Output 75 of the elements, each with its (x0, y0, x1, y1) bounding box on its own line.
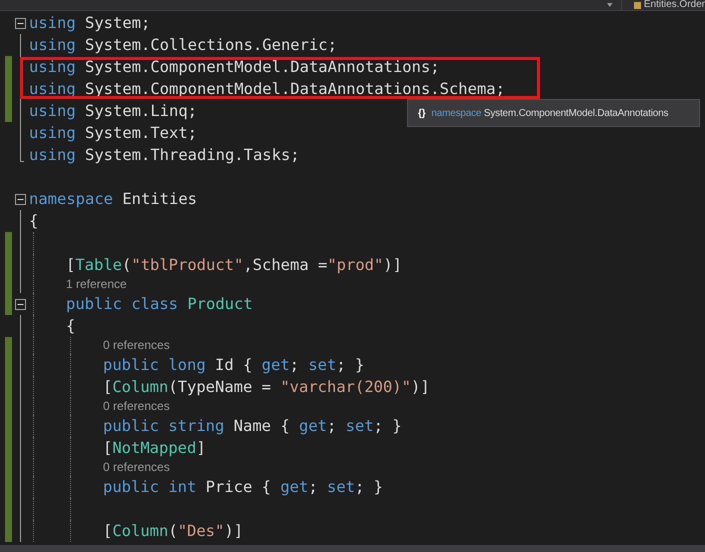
code-token: get (280, 477, 308, 498)
code-token: long (167, 355, 206, 376)
code-token: System.Threading.Tasks; (84, 145, 300, 166)
code-token: [ (103, 438, 112, 459)
code-token: Column (112, 521, 168, 542)
caret-icon[interactable] (606, 3, 613, 7)
code-token: ; (308, 477, 319, 498)
reference-count[interactable]: 0 references (103, 459, 170, 476)
code-token: string (167, 416, 224, 437)
code-token: System; (84, 13, 150, 34)
code-token: { (29, 211, 38, 232)
code-token: Id { (214, 355, 254, 376)
code-token: ; } (336, 355, 364, 376)
code-token: class (130, 294, 178, 315)
code-token: using (29, 101, 76, 122)
code-token: set (346, 416, 374, 437)
type-dropdown[interactable]: Entities.Order (622, 0, 705, 10)
code-token: System.Collections.Generic; (84, 35, 337, 56)
tooltip-text: namespace System.ComponentModel.DataAnnotations (431, 106, 668, 120)
code-token: Table (75, 255, 122, 276)
code-token: )] (383, 255, 402, 276)
code-token: "tblProduct" (131, 255, 244, 276)
code-token: int (167, 477, 196, 498)
code-token: [ (103, 377, 112, 398)
code-token: set (327, 477, 355, 498)
code-token: using (29, 79, 76, 100)
code-token: { (66, 316, 76, 337)
code-token: Name { (232, 416, 291, 437)
code-token: using (29, 35, 76, 56)
code-token: get (298, 416, 327, 437)
code-token: ( (122, 255, 132, 276)
code-token: set (308, 355, 336, 376)
code-token: public (66, 294, 122, 315)
code-token: )] (410, 377, 430, 398)
collapse-icon[interactable] (15, 298, 26, 310)
code-token: ( (168, 521, 178, 542)
code-token: ; } (374, 416, 402, 437)
code-token: ,Schema = (243, 255, 328, 276)
reference-count[interactable]: 1 reference (66, 276, 127, 293)
code-token: (TypeName = (168, 377, 272, 398)
code-token: [ (103, 521, 112, 542)
code-token: public (103, 416, 159, 437)
code-token: Entities (121, 189, 197, 210)
code-token: System.Text; (84, 123, 197, 144)
code-token: public (103, 477, 159, 498)
namespace-icon: {} (418, 106, 426, 120)
horizontal-scrollbar[interactable] (0, 545, 705, 552)
code-token: [ (66, 255, 76, 276)
code-token: ] (196, 438, 206, 459)
code-token: using (29, 57, 76, 78)
code-token: Price { (204, 477, 272, 498)
code-token: "Des" (178, 521, 224, 542)
code-token: using (29, 13, 76, 34)
code-token: ; (326, 416, 338, 437)
reference-count[interactable]: 0 references (103, 337, 170, 354)
code-token: "prod" (327, 255, 384, 276)
code-token: ; (290, 355, 300, 376)
code-token: System.ComponentModel.DataAnnotations; (84, 57, 440, 78)
code-token: Column (112, 377, 168, 398)
code-token: )] (224, 521, 244, 542)
code-token: "varchar(200)" (280, 377, 411, 398)
collapse-icon[interactable] (15, 194, 26, 204)
code-token: namespace (29, 189, 113, 210)
code-token: get (262, 355, 290, 376)
code-token: System.Linq; (84, 101, 197, 122)
code-token: Product (186, 294, 253, 315)
code-token: public (103, 355, 159, 376)
reference-count[interactable]: 0 references (103, 398, 170, 415)
code-token: NotMapped (112, 438, 196, 459)
class-icon (634, 2, 641, 8)
code-token: ; } (355, 477, 383, 498)
code-token: using (29, 145, 76, 166)
collapse-icon[interactable] (15, 18, 26, 28)
code-token: System.ComponentModel.DataAnnotations.Schema; (84, 79, 505, 100)
code-token: using (29, 123, 76, 144)
